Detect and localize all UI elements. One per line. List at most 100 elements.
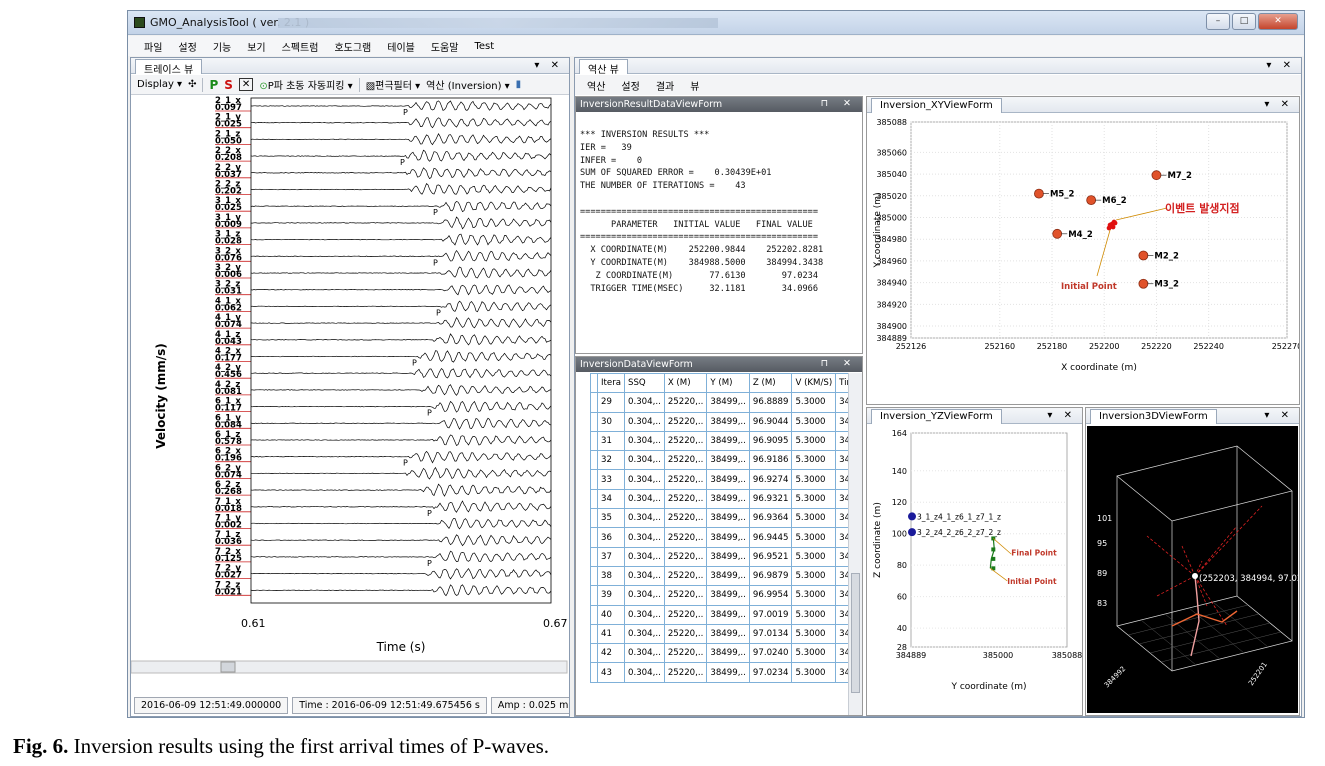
table-cell[interactable]: 5.3000 — [791, 508, 837, 529]
tab-trace-view[interactable]: 트레이스 뷰 — [135, 59, 203, 76]
table-cell[interactable]: 96.9095 — [748, 430, 793, 452]
table-row[interactable]: 310.304,..25220,..38499,..96.90955.30003… — [590, 430, 862, 452]
table-cell[interactable]: 38499,.. — [706, 508, 750, 529]
column-header[interactable]: X (M) — [663, 372, 708, 394]
close-button[interactable]: ✕ — [1258, 13, 1298, 30]
menu-test[interactable]: Test — [474, 41, 494, 52]
p-pick-button[interactable]: P — [209, 78, 218, 92]
table-cell[interactable]: 38499,.. — [706, 488, 750, 510]
row-header[interactable] — [590, 623, 598, 645]
table-cell[interactable]: 34 — [597, 488, 625, 510]
table-cell[interactable]: 38499,.. — [706, 604, 750, 625]
table-cell[interactable]: 0.304,.. — [624, 604, 665, 625]
table-cell[interactable]: 38499,.. — [706, 546, 750, 567]
table-row[interactable]: 370.304,..25220,..38499,..96.95215.30003… — [590, 546, 862, 567]
menu-table[interactable]: 테이블 — [387, 39, 415, 54]
menu-file[interactable]: 파일 — [144, 39, 162, 54]
table-cell[interactable]: 38499,.. — [706, 585, 750, 606]
table-cell[interactable]: 0.304,.. — [624, 469, 665, 490]
table-cell[interactable]: 96.8889 — [748, 392, 793, 413]
table-cell[interactable]: 96.9044 — [748, 411, 793, 432]
table-cell[interactable]: 0.304,.. — [624, 430, 665, 452]
table-row[interactable]: 400.304,..25220,..38499,..97.00195.30003… — [590, 604, 862, 625]
table-cell[interactable]: 96.9321 — [748, 488, 793, 510]
data-table-scrollbar[interactable] — [848, 373, 862, 715]
column-header[interactable]: SSQ — [624, 372, 665, 394]
table-cell[interactable]: 5.3000 — [791, 488, 837, 510]
table-cell[interactable]: 96.9954 — [748, 585, 793, 606]
table-cell[interactable]: 25220,.. — [663, 392, 708, 413]
table-cell[interactable]: 41 — [597, 623, 625, 645]
table-cell[interactable]: 38499,.. — [706, 643, 750, 664]
table-cell[interactable]: 25220,.. — [663, 450, 708, 471]
table-cell[interactable]: 0.304,.. — [624, 585, 665, 606]
table-cell[interactable]: 35 — [597, 508, 625, 529]
table-cell[interactable]: 38499,.. — [706, 411, 750, 432]
menu-settings[interactable]: 설정 — [178, 39, 196, 54]
table-cell[interactable]: 0.304,.. — [624, 546, 665, 567]
table-cell[interactable]: 25220,.. — [663, 565, 708, 587]
table-cell[interactable]: 25220,.. — [663, 604, 708, 625]
table-cell[interactable]: 38499,.. — [706, 430, 750, 452]
table-row[interactable]: 430.304,..25220,..38499,..97.02345.30003… — [590, 662, 862, 683]
table-cell[interactable]: 0.304,.. — [624, 411, 665, 432]
row-header[interactable] — [590, 662, 598, 683]
menu-results[interactable]: 결과 — [656, 78, 674, 93]
table-row[interactable]: 340.304,..25220,..38499,..96.93215.30003… — [590, 488, 862, 510]
s-pick-button[interactable]: S — [224, 78, 233, 92]
table-cell[interactable]: 5.3000 — [791, 546, 837, 567]
xy-panel-controls[interactable]: ▾ ✕ — [1264, 99, 1293, 110]
result-panel-controls[interactable]: ⊓ ✕ — [821, 98, 857, 109]
row-header[interactable] — [590, 392, 598, 413]
minimize-button[interactable]: – — [1206, 13, 1230, 30]
3d-panel-controls[interactable]: ▾ ✕ — [1264, 410, 1293, 421]
table-cell[interactable]: 25220,.. — [663, 546, 708, 567]
table-cell[interactable]: 39 — [597, 585, 625, 606]
table-cell[interactable]: 5.3000 — [791, 662, 837, 683]
table-row[interactable]: 300.304,..25220,..38499,..96.90445.30003… — [590, 411, 862, 432]
table-cell[interactable]: 29 — [597, 392, 625, 413]
table-cell[interactable]: 0.304,.. — [624, 643, 665, 664]
menu-inv-settings[interactable]: 설정 — [621, 78, 639, 93]
data-panel-controls[interactable]: ⊓ ✕ — [821, 358, 857, 369]
menu-spectrum[interactable]: 스펙트럼 — [282, 39, 319, 54]
table-cell[interactable]: 97.0240 — [748, 643, 793, 664]
table-cell[interactable]: 5.3000 — [791, 469, 837, 490]
table-row[interactable]: 390.304,..25220,..38499,..96.99545.30003… — [590, 585, 862, 606]
row-header[interactable] — [590, 546, 598, 567]
3d-plot[interactable]: (252203, 384994, 97.024) 101 95 89 83 384992 2… — [1087, 426, 1298, 713]
table-cell[interactable]: 38 — [597, 565, 625, 587]
table-cell[interactable]: 97.0134 — [748, 623, 793, 645]
menu-hodogram[interactable]: 호도그램 — [334, 39, 371, 54]
table-cell[interactable]: 0.304,.. — [624, 450, 665, 471]
table-cell[interactable]: 25220,.. — [663, 411, 708, 432]
table-cell[interactable]: 5.3000 — [791, 585, 837, 606]
menu-help[interactable]: 도움말 — [431, 39, 459, 54]
scrollbar-thumb[interactable] — [851, 573, 860, 693]
table-cell[interactable]: 38499,.. — [706, 565, 750, 587]
table-cell[interactable]: 5.3000 — [791, 430, 837, 452]
table-cell[interactable]: 96.9521 — [748, 546, 793, 567]
xy-plot[interactable]: 252126 252160 252180 252200 252220 252240 2522… — [867, 114, 1299, 404]
row-header[interactable] — [590, 508, 598, 529]
table-row[interactable]: 360.304,..25220,..38499,..96.94455.30003… — [590, 527, 862, 548]
table-cell[interactable]: 5.3000 — [791, 411, 837, 432]
table-cell[interactable]: 96.9879 — [748, 565, 793, 587]
menu-inv-view[interactable]: 뷰 — [690, 78, 699, 93]
trace-plot[interactable]: 2_1_x0.0972_1_y0.0252_1_z0.0502_2_x0.208… — [131, 96, 569, 716]
column-header[interactable]: Y (M) — [706, 372, 750, 394]
table-cell[interactable]: 0.304,.. — [624, 527, 665, 548]
row-header[interactable] — [590, 411, 598, 432]
table-cell[interactable]: 36 — [597, 527, 625, 548]
row-header[interactable] — [590, 643, 598, 664]
inversion-view-pane-controls[interactable]: ▾ ✕ — [1266, 60, 1295, 71]
table-row[interactable]: 380.304,..25220,..38499,..96.98795.30003… — [590, 565, 862, 587]
table-cell[interactable]: 25220,.. — [663, 585, 708, 606]
table-cell[interactable]: 5.3000 — [791, 527, 837, 548]
table-cell[interactable]: 38499,.. — [706, 662, 750, 683]
menu-inversion[interactable]: 역산 — [587, 78, 605, 93]
row-header[interactable] — [590, 469, 598, 490]
maximize-button[interactable]: □ — [1232, 13, 1256, 30]
crosshair-icon[interactable]: ✣ — [188, 79, 196, 90]
table-cell[interactable]: 96.9186 — [748, 450, 793, 471]
